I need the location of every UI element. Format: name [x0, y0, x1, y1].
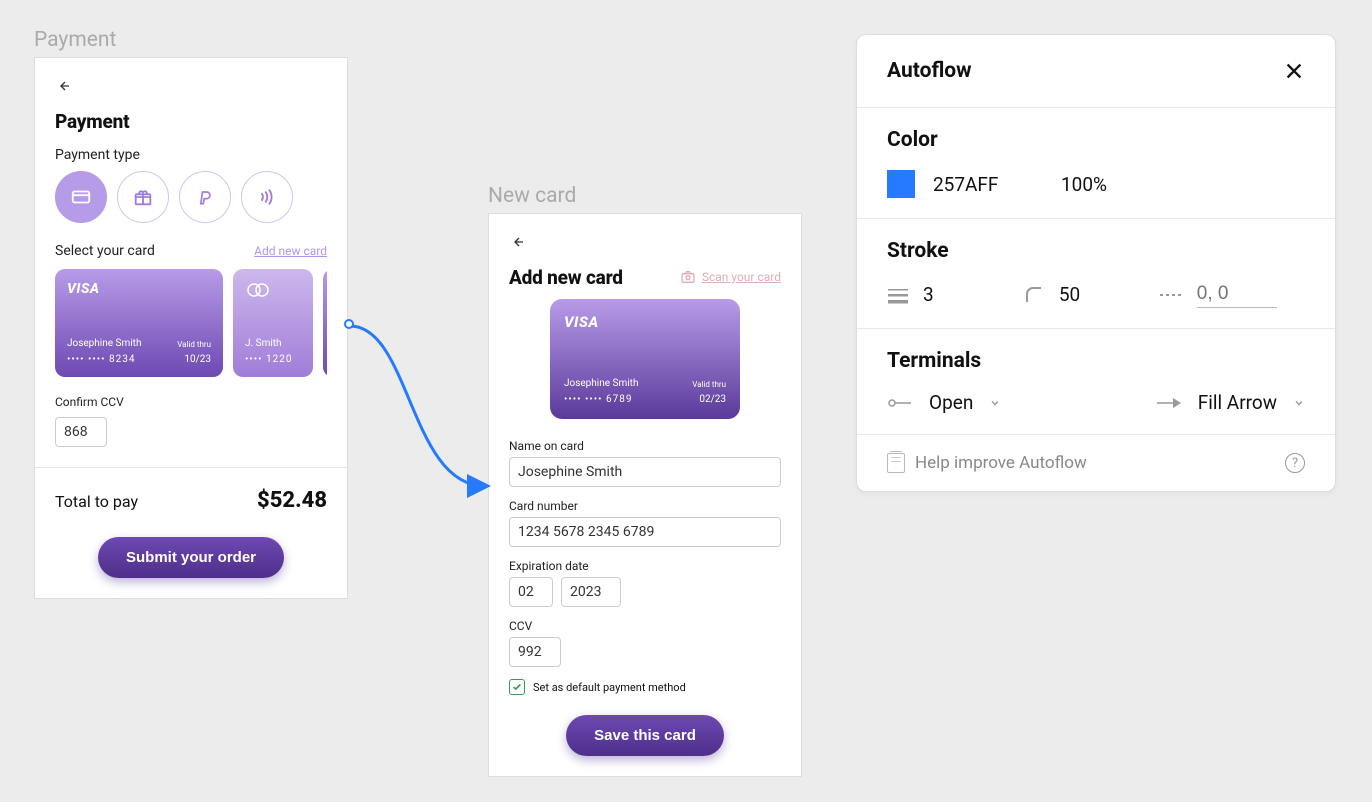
artboard-label-newcard: New card	[488, 184, 576, 208]
paytype-contactless-icon[interactable]	[241, 171, 293, 223]
card-item[interactable]: J. Smith •••• 1220	[233, 269, 313, 377]
card-valid-label: Valid thru	[692, 380, 726, 389]
color-hex-value[interactable]: 257AFF	[933, 173, 1043, 196]
chevron-down-icon	[989, 397, 1001, 409]
open-terminal-icon	[887, 396, 913, 410]
payment-title: Payment	[55, 110, 327, 133]
color-swatch[interactable]	[887, 170, 915, 198]
total-label: Total to pay	[55, 492, 138, 511]
name-on-card-input[interactable]	[509, 457, 781, 487]
card-carousel[interactable]: VISA Josephine Smith •••• •••• 8234 Vali…	[55, 269, 327, 377]
card-valid-label: Valid thru	[177, 340, 211, 349]
card-number-label: Card number	[509, 499, 781, 513]
artboard-label-payment: Payment	[34, 28, 116, 52]
color-opacity-value[interactable]: 100%	[1061, 173, 1107, 196]
scan-card-label: Scan your card	[702, 270, 781, 284]
stroke-dash-input[interactable]	[1197, 281, 1277, 308]
color-section-title: Color	[887, 128, 1305, 152]
submit-order-button[interactable]: Submit your order	[98, 537, 284, 578]
terminal-start-value: Open	[929, 391, 973, 414]
expiration-label: Expiration date	[509, 559, 781, 573]
save-card-button[interactable]: Save this card	[566, 715, 724, 756]
help-improve-link[interactable]: Help improve Autoflow	[887, 453, 1087, 473]
card-holder: J. Smith	[245, 338, 282, 349]
newcard-title: Add new card	[509, 266, 623, 289]
name-on-card-label: Name on card	[509, 439, 781, 453]
stroke-weight-value[interactable]: 3	[923, 283, 934, 306]
camera-icon	[680, 270, 696, 284]
ccv-label: CCV	[509, 619, 781, 633]
flow-handle[interactable]	[344, 319, 354, 329]
exp-month-input[interactable]	[509, 577, 553, 607]
card-number: •••• •••• 6789	[564, 394, 632, 405]
help-improve-label: Help improve Autoflow	[915, 453, 1087, 473]
card-brand: VISA	[67, 281, 211, 297]
card-number-input[interactable]	[509, 517, 781, 547]
card-number: •••• 1220	[245, 354, 292, 365]
mastercard-icon	[245, 281, 301, 299]
back-arrow-icon[interactable]	[55, 78, 71, 94]
help-icon[interactable]: ?	[1285, 453, 1305, 473]
payment-type-label: Payment type	[55, 147, 327, 163]
ccv-label: Confirm CCV	[55, 395, 327, 409]
chevron-down-icon	[1293, 397, 1305, 409]
stroke-dash-icon	[1159, 290, 1183, 300]
select-card-label: Select your card	[55, 243, 155, 259]
ccv-input[interactable]	[55, 417, 107, 447]
panel-title: Autoflow	[887, 59, 972, 83]
close-icon[interactable]	[1283, 60, 1305, 82]
corner-radius-icon	[1023, 284, 1045, 306]
add-new-card-link[interactable]: Add new card	[254, 244, 327, 258]
stroke-weight-icon	[887, 286, 909, 304]
card-item[interactable]: VISA Josephine Smith •••• •••• 8234 Vali…	[55, 269, 223, 377]
paytype-gift-icon[interactable]	[117, 171, 169, 223]
back-arrow-icon[interactable]	[509, 234, 525, 250]
card-preview: VISA Josephine Smith •••• •••• 6789 Vali…	[550, 299, 740, 419]
notepad-icon	[887, 453, 905, 473]
card-holder: Josephine Smith	[564, 378, 638, 389]
scan-card-link[interactable]: Scan your card	[680, 270, 781, 284]
terminals-section-title: Terminals	[887, 349, 1305, 373]
default-payment-checkbox[interactable]	[509, 679, 525, 695]
newcard-artboard: Add new card Scan your card VISA Josephi…	[488, 213, 802, 777]
corner-radius-value[interactable]: 50	[1059, 283, 1080, 306]
card-item[interactable]: VI J. S •••	[323, 269, 327, 377]
default-payment-label: Set as default payment method	[533, 681, 686, 694]
paytype-card-icon[interactable]	[55, 171, 107, 223]
ccv-input[interactable]	[509, 637, 561, 667]
terminal-start-select[interactable]: Open	[887, 391, 1001, 414]
fill-arrow-icon	[1156, 396, 1182, 410]
card-holder: Josephine Smith	[67, 338, 141, 349]
total-amount: $52.48	[257, 488, 327, 513]
exp-year-input[interactable]	[561, 577, 621, 607]
terminal-end-value: Fill Arrow	[1198, 391, 1277, 414]
card-brand: VISA	[564, 313, 599, 331]
stroke-section-title: Stroke	[887, 239, 1305, 263]
card-expiry: 10/23	[184, 354, 211, 365]
paytype-paypal-icon[interactable]	[179, 171, 231, 223]
payment-artboard: Payment Payment type Select your card Ad…	[34, 57, 348, 599]
terminal-end-select[interactable]: Fill Arrow	[1156, 391, 1305, 414]
autoflow-panel: Autoflow Color 257AFF 100% Stroke 3	[856, 34, 1336, 492]
card-number: •••• •••• 8234	[67, 354, 135, 365]
flow-connector	[340, 318, 510, 498]
card-expiry: 02/23	[699, 394, 726, 405]
